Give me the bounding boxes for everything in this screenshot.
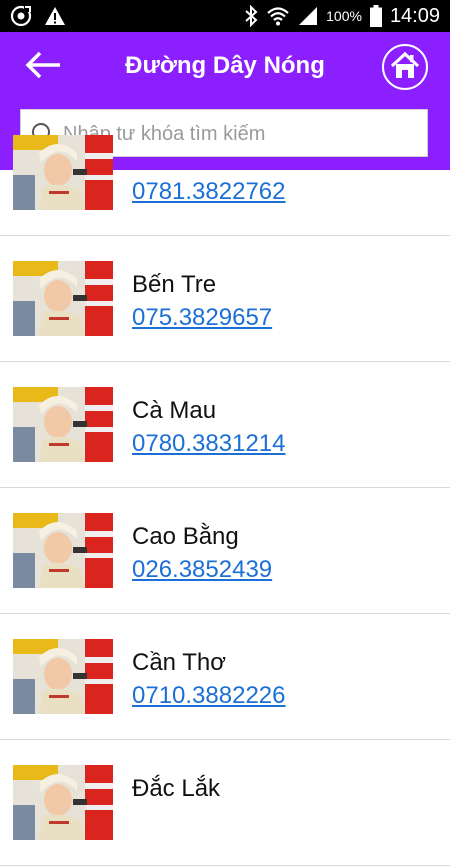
home-button[interactable]	[382, 44, 428, 90]
status-bar: 100% 14:09	[0, 0, 450, 32]
contact-name: Cà Mau	[132, 397, 217, 424]
clock: 14:09	[389, 4, 440, 27]
officer-thumbnail	[13, 513, 113, 588]
contact-phone-link[interactable]: 0710.3882226	[132, 682, 286, 710]
contact-phone-link[interactable]: 075.3829657	[132, 304, 272, 332]
contact-list: 0781.3822762 Bến Tre 075.3829657 Cà Mau …	[0, 110, 450, 866]
contact-phone-link[interactable]: 026.3852439	[132, 556, 272, 584]
contact-name: Đắc Lắk	[132, 775, 221, 802]
contact-name: Cần Thơ	[132, 649, 227, 676]
list-item[interactable]: Cà Mau 0780.3831214	[0, 362, 450, 488]
contact-name: Cao Bằng	[132, 523, 239, 550]
officer-thumbnail	[13, 261, 113, 336]
wifi-icon	[266, 6, 290, 26]
list-item[interactable]: Cao Bằng 026.3852439	[0, 488, 450, 614]
warning-icon	[44, 6, 66, 26]
contact-phone-link[interactable]: 0781.3822762	[132, 178, 286, 206]
sync-icon	[10, 5, 32, 27]
officer-thumbnail	[13, 639, 113, 714]
officer-thumbnail	[13, 387, 113, 462]
list-item[interactable]: 0781.3822762	[0, 110, 450, 236]
list-item[interactable]: Bến Tre 075.3829657	[0, 236, 450, 362]
list-item[interactable]: Cần Thơ 0710.3882226	[0, 614, 450, 740]
battery-percent: 100%	[326, 8, 362, 24]
cell-signal-icon	[298, 6, 318, 26]
battery-icon	[369, 5, 382, 27]
list-item[interactable]: Đắc Lắk	[0, 740, 450, 866]
contact-name: Bến Tre	[132, 271, 217, 298]
bluetooth-icon	[244, 5, 258, 27]
officer-thumbnail	[13, 135, 113, 210]
contact-phone-link[interactable]: 0780.3831214	[132, 430, 286, 458]
officer-thumbnail	[13, 765, 113, 840]
